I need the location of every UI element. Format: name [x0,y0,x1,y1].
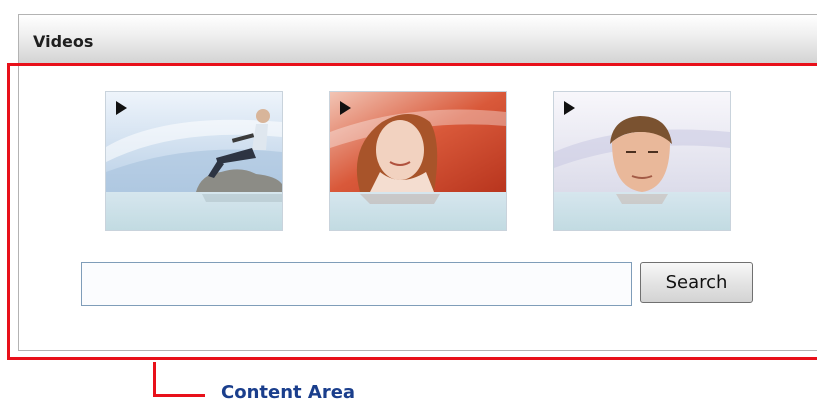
search-button[interactable]: Search [640,262,753,303]
video-thumbnail-2[interactable] [329,91,507,231]
video-thumbnail-2-image [330,92,506,230]
video-thumbnail-3-image [554,92,730,230]
video-thumbnail-3[interactable] [553,91,731,231]
web-part-title: Videos [33,32,94,51]
search-input[interactable] [81,262,632,306]
callout-bracket-vertical [153,362,156,397]
callout-bracket-horizontal [153,394,205,397]
video-thumbnail-1[interactable] [105,91,283,231]
web-part-title-bar: Videos [19,15,817,65]
video-thumbnail-1-image [106,92,282,230]
content-area-label: Content Area [221,382,356,403]
